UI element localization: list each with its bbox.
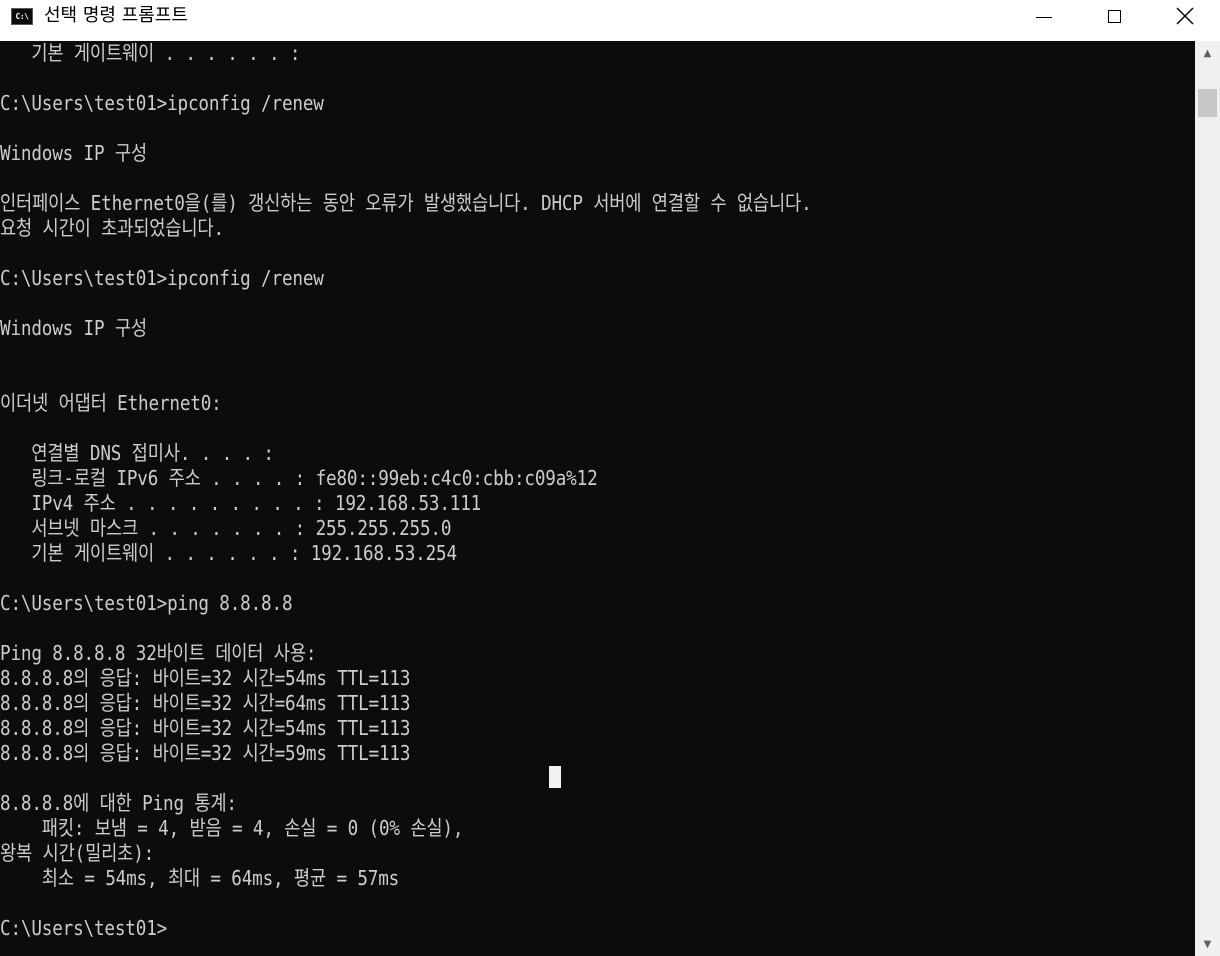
console-line: Windows IP 구성 — [0, 141, 147, 165]
console-line: C:\Users\test01> — [0, 916, 168, 940]
window-title: 선택 명령 프롬프트 — [44, 5, 188, 26]
console-line: 인터페이스 Ethernet0을(를) 갱신하는 동안 오류가 발생했습니다. … — [0, 191, 812, 215]
scroll-thumb[interactable] — [1198, 89, 1217, 117]
console-line: 이더넷 어댑터 Ethernet0: — [0, 391, 222, 415]
scroll-down-button[interactable]: ▼ — [1195, 934, 1220, 954]
maximize-button[interactable] — [1079, 0, 1149, 32]
maximize-icon — [1107, 9, 1121, 23]
console-line: 패킷: 보냄 = 4, 받음 = 4, 손실 = 0 (0% 손실), — [0, 816, 464, 840]
close-icon — [1176, 7, 1194, 25]
console-line: 서브넷 마스크 . . . . . . . : 255.255.255.0 — [0, 516, 452, 540]
minimize-icon — [1036, 16, 1052, 18]
title-bar[interactable]: C:\ 선택 명령 프롬프트 — [0, 0, 1220, 41]
command-prompt-window: C:\ 선택 명령 프롬프트 기본 게이트웨이 . . . . . . : C:… — [0, 0, 1220, 956]
text-cursor — [549, 766, 561, 788]
console-output[interactable]: 기본 게이트웨이 . . . . . . : C:\Users\test01>i… — [0, 41, 1195, 956]
console-line: Ping 8.8.8.8 32바이트 데이터 사용: — [0, 641, 317, 665]
terminal-icon: C:\ — [11, 8, 33, 25]
console-line: 최소 = 54ms, 최대 = 64ms, 평균 = 57ms — [0, 866, 400, 890]
minimize-button[interactable] — [1009, 0, 1079, 32]
console-line: 8.8.8.8의 응답: 바이트=32 시간=54ms TTL=113 — [0, 716, 411, 740]
console-line: 연결별 DNS 접미사. . . . : — [0, 441, 274, 465]
scroll-up-button[interactable]: ▲ — [1195, 43, 1220, 63]
vertical-scrollbar[interactable]: ▲ ▼ — [1195, 41, 1220, 956]
close-button[interactable] — [1150, 0, 1220, 32]
console-line: 8.8.8.8의 응답: 바이트=32 시간=64ms TTL=113 — [0, 691, 411, 715]
console-line: C:\Users\test01>ping 8.8.8.8 — [0, 591, 293, 615]
console-line: 기본 게이트웨이 . . . . . . : — [0, 41, 301, 65]
console-line: 기본 게이트웨이 . . . . . . : 192.168.53.254 — [0, 541, 457, 565]
console-line: IPv4 주소 . . . . . . . . . : 192.168.53.1… — [0, 491, 482, 515]
console-line: 링크-로컬 IPv6 주소 . . . . : fe80::99eb:c4c0:… — [0, 466, 598, 490]
console-line: 8.8.8.8에 대한 Ping 통계: — [0, 791, 237, 815]
console-line: 요청 시간이 초과되었습니다. — [0, 216, 224, 240]
console-line: C:\Users\test01>ipconfig /renew — [0, 91, 324, 115]
chevron-down-icon: ▼ — [1203, 938, 1212, 950]
console-line: C:\Users\test01>ipconfig /renew — [0, 266, 324, 290]
console-line: 8.8.8.8의 응답: 바이트=32 시간=54ms TTL=113 — [0, 666, 411, 690]
console-line: Windows IP 구성 — [0, 316, 147, 340]
console-line: 8.8.8.8의 응답: 바이트=32 시간=59ms TTL=113 — [0, 741, 411, 765]
chevron-up-icon: ▲ — [1203, 47, 1212, 59]
console-line: 왕복 시간(밀리초): — [0, 841, 155, 865]
